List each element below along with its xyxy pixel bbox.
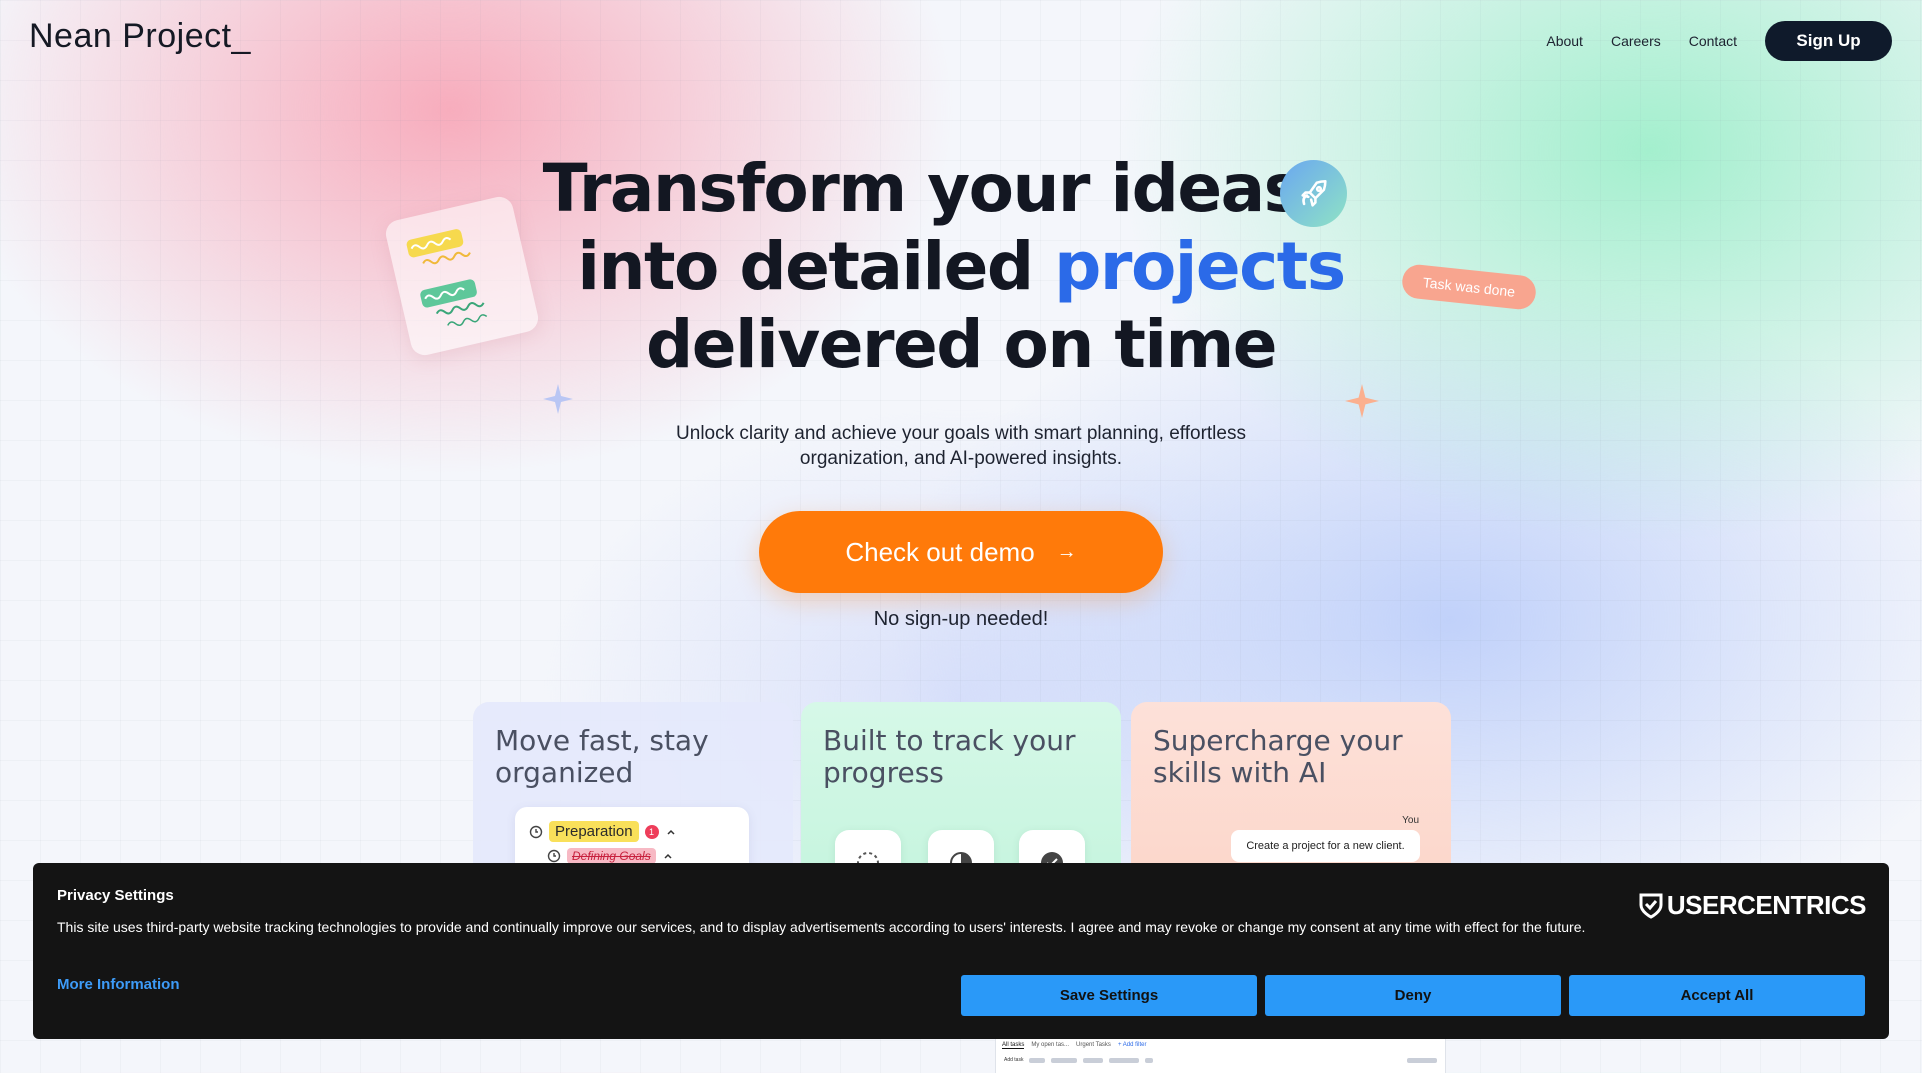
no-signup-note: No sign-up needed! [873,608,1049,630]
privacy-text: This site uses third-party website track… [57,919,1586,935]
app-preview-toolbar: Add task [1004,1055,1437,1065]
task-count-badge: 1 [644,824,659,839]
add-filter-link[interactable]: + Add filter [1118,1042,1147,1049]
shield-check-icon [1639,893,1663,919]
sparkle-icon [543,384,573,414]
save-settings-button[interactable]: Save Settings [961,975,1257,1016]
site-logo[interactable]: Nean Project_ [29,17,251,56]
deny-button[interactable]: Deny [1265,975,1561,1016]
tab-my-open-tasks[interactable]: My open tas... [1031,1042,1069,1049]
hero-subtitle: Unlock clarity and achieve your goals wi… [0,421,1922,471]
nav-link-careers[interactable]: Careers [1611,33,1661,49]
hero-subtitle-line-2: organization, and AI-powered insights. [799,448,1123,469]
app-preview-tabs: All tasks My open tas... Urgent Tasks + … [1002,1042,1146,1049]
card-title: Supercharge your skills with AI [1153,724,1403,789]
sign-up-button[interactable]: Sign Up [1765,21,1892,61]
subtask-row: Defining Goals [547,848,674,864]
hero-line-2-prefix: into detailed [577,228,1055,305]
tab-all-tasks[interactable]: All tasks [1002,1042,1025,1049]
subtask-tag: Defining Goals [567,848,656,864]
sparkle-icon [1345,384,1379,418]
check-out-demo-button[interactable]: Check out demo → [759,511,1163,593]
card-title: Move fast, stay organized [495,724,709,789]
nav-link-about[interactable]: About [1546,33,1583,49]
demo-button-label: Check out demo [845,536,1035,567]
privacy-title: Privacy Settings [57,887,174,904]
more-information-link[interactable]: More Information [57,976,180,993]
privacy-banner: Privacy Settings This site uses third-pa… [33,863,1889,1039]
main-nav: About Careers Contact Sign Up [1546,21,1892,61]
usercentrics-logo: USERCENTRICS [1639,890,1867,921]
rocket-icon [1280,160,1347,227]
arrow-right-icon: → [1056,540,1077,563]
add-task-button[interactable]: Add task [1004,1057,1023,1063]
hero-line-1: Transform your ideas [542,150,1303,227]
chat-message-bubble: Create a project for a new client. [1231,830,1420,862]
hero-heading: Transform your ideas into detailed proje… [0,150,1922,384]
accept-all-button[interactable]: Accept All [1569,975,1865,1016]
task-group-row: Preparation 1 [529,821,677,842]
clock-icon [547,849,561,863]
tab-urgent-tasks[interactable]: Urgent Tasks [1076,1042,1111,1049]
chevron-up-icon[interactable] [665,826,677,838]
app-preview-strip: All tasks My open tas... Urgent Tasks + … [995,1038,1446,1073]
hero-subtitle-line-1: Unlock clarity and achieve your goals wi… [676,423,1246,444]
clock-icon [529,825,543,838]
hero-accent-word: projects [1054,228,1346,305]
nav-link-contact[interactable]: Contact [1689,33,1737,49]
usercentrics-wordmark: USERCENTRICS [1666,890,1867,920]
task-group-tag: Preparation [549,821,639,842]
card-title: Built to track your progress [823,724,1076,789]
hero-line-3: delivered on time [645,306,1278,383]
chevron-up-icon[interactable] [662,850,674,862]
chat-sender-label: You [1402,815,1419,826]
